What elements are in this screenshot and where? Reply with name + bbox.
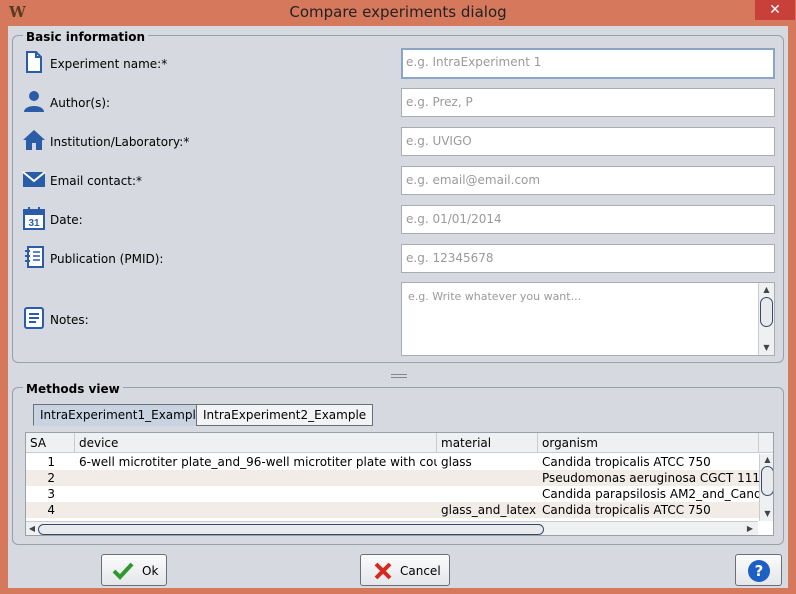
close-button[interactable]: ✕	[755, 0, 795, 20]
notes-scroll-thumb[interactable]	[760, 297, 773, 327]
column-header-sa[interactable]: SA	[26, 433, 75, 453]
publication-label: Publication (PMID):	[50, 252, 164, 266]
publication-input[interactable]: e.g. 12345678	[401, 244, 775, 273]
table-vertical-scroll-thumb[interactable]	[761, 466, 773, 496]
institution-label: Institution/Laboratory:*	[50, 135, 190, 149]
notes-icon	[24, 307, 44, 329]
table-vertical-scrollbar[interactable]: ▲ ▼	[759, 454, 773, 521]
scroll-up-icon[interactable]: ▲	[759, 285, 774, 294]
institution-input[interactable]: e.g. UVIGO	[401, 127, 775, 156]
experiment-name-label: Experiment name:*	[50, 57, 168, 71]
table-row-2-sa[interactable]: 2	[26, 470, 75, 486]
table-scroll-down-icon[interactable]: ▼	[760, 509, 773, 518]
table-row-4-organism[interactable]: Candida tropicalis ATCC 750	[538, 502, 759, 518]
table-header-corner	[759, 433, 773, 453]
table-row-4-sa[interactable]: 4	[26, 502, 75, 518]
table-row-2-material[interactable]	[437, 470, 538, 486]
ok-button[interactable]: Ok	[101, 554, 167, 586]
notes-scrollbar[interactable]: ▲ ▼	[758, 283, 774, 355]
table-row-3-sa[interactable]: 3	[26, 486, 75, 502]
calendar-icon: 31	[23, 207, 45, 230]
methods-table: SA device material organism 1 6-well mic…	[25, 432, 774, 536]
envelope-icon	[22, 171, 46, 187]
table-row-1-material[interactable]: glass	[437, 454, 538, 470]
dialog-body: Basic information Experiment name:* e.g.…	[8, 26, 788, 588]
document-icon	[26, 51, 42, 73]
cancel-button-label: Cancel	[400, 564, 441, 578]
table-scroll-right-icon[interactable]: ▶	[746, 524, 754, 533]
notes-textarea[interactable]: e.g. Write whatever you want... ▲ ▼	[401, 282, 775, 356]
notes-placeholder: e.g. Write whatever you want...	[408, 290, 582, 303]
help-icon: ?	[748, 560, 770, 582]
table-row-1-organism[interactable]: Candida tropicalis ATCC 750	[538, 454, 759, 470]
title-bar: W Compare experiments dialog ✕	[0, 0, 796, 26]
table-row-3-organism[interactable]: Candida parapsilosis AM2_and_Candi	[538, 486, 759, 502]
split-pane-divider[interactable]	[8, 372, 788, 380]
cancel-x-icon	[374, 562, 392, 580]
basic-information-panel: Basic information Experiment name:* e.g.…	[12, 30, 784, 363]
publication-icon	[25, 246, 44, 268]
table-row-4-device[interactable]	[75, 502, 437, 518]
help-button[interactable]: ?	[735, 554, 782, 586]
tab-intraexperiment2[interactable]: IntraExperiment2_Example	[196, 404, 374, 426]
email-input[interactable]: e.g. email@email.com	[401, 166, 775, 195]
email-label: Email contact:*	[50, 174, 143, 188]
person-icon	[24, 91, 44, 112]
column-header-material[interactable]: material	[437, 433, 538, 453]
table-row-3-device[interactable]	[75, 486, 437, 502]
house-icon	[23, 130, 45, 150]
date-input[interactable]: e.g. 01/01/2014	[401, 205, 775, 234]
column-header-organism[interactable]: organism	[538, 433, 759, 453]
ok-button-label: Ok	[142, 564, 159, 578]
basic-information-title: Basic information	[23, 30, 149, 44]
table-row-1-device[interactable]: 6-well microtiter plate_and_96-well micr…	[75, 454, 437, 470]
table-scroll-left-icon[interactable]: ◀	[28, 524, 36, 533]
table-row-3-material[interactable]	[437, 486, 538, 502]
authors-label: Author(s):	[50, 96, 111, 110]
date-label: Date:	[50, 213, 83, 227]
table-scroll-up-icon[interactable]: ▲	[760, 455, 773, 464]
table-row-1-sa[interactable]: 1	[26, 454, 75, 470]
table-row-2-organism[interactable]: Pseudomonas aeruginosa CGCT 111	[538, 470, 759, 486]
cancel-button[interactable]: Cancel	[360, 554, 450, 586]
table-horizontal-scrollbar[interactable]: ◀ ▶	[26, 521, 758, 535]
column-header-device[interactable]: device	[75, 433, 437, 453]
table-horizontal-scroll-thumb[interactable]	[38, 524, 544, 535]
checkmark-icon	[112, 562, 134, 580]
window-title: Compare experiments dialog	[289, 3, 507, 21]
methods-view-title: Methods view	[23, 382, 123, 396]
table-row-4-material[interactable]: glass_and_latex	[437, 502, 538, 518]
tab-intraexperiment1[interactable]: IntraExperiment1_Example	[33, 404, 211, 426]
scroll-down-icon[interactable]: ▼	[759, 343, 774, 352]
table-row-2-device[interactable]	[75, 470, 437, 486]
experiment-name-input[interactable]: e.g. IntraExperiment 1	[401, 48, 775, 79]
notes-label: Notes:	[50, 313, 89, 327]
authors-input[interactable]: e.g. Prez, P	[401, 88, 775, 117]
calendar-day-text: 31	[28, 218, 40, 229]
grip-icon[interactable]	[391, 374, 407, 378]
